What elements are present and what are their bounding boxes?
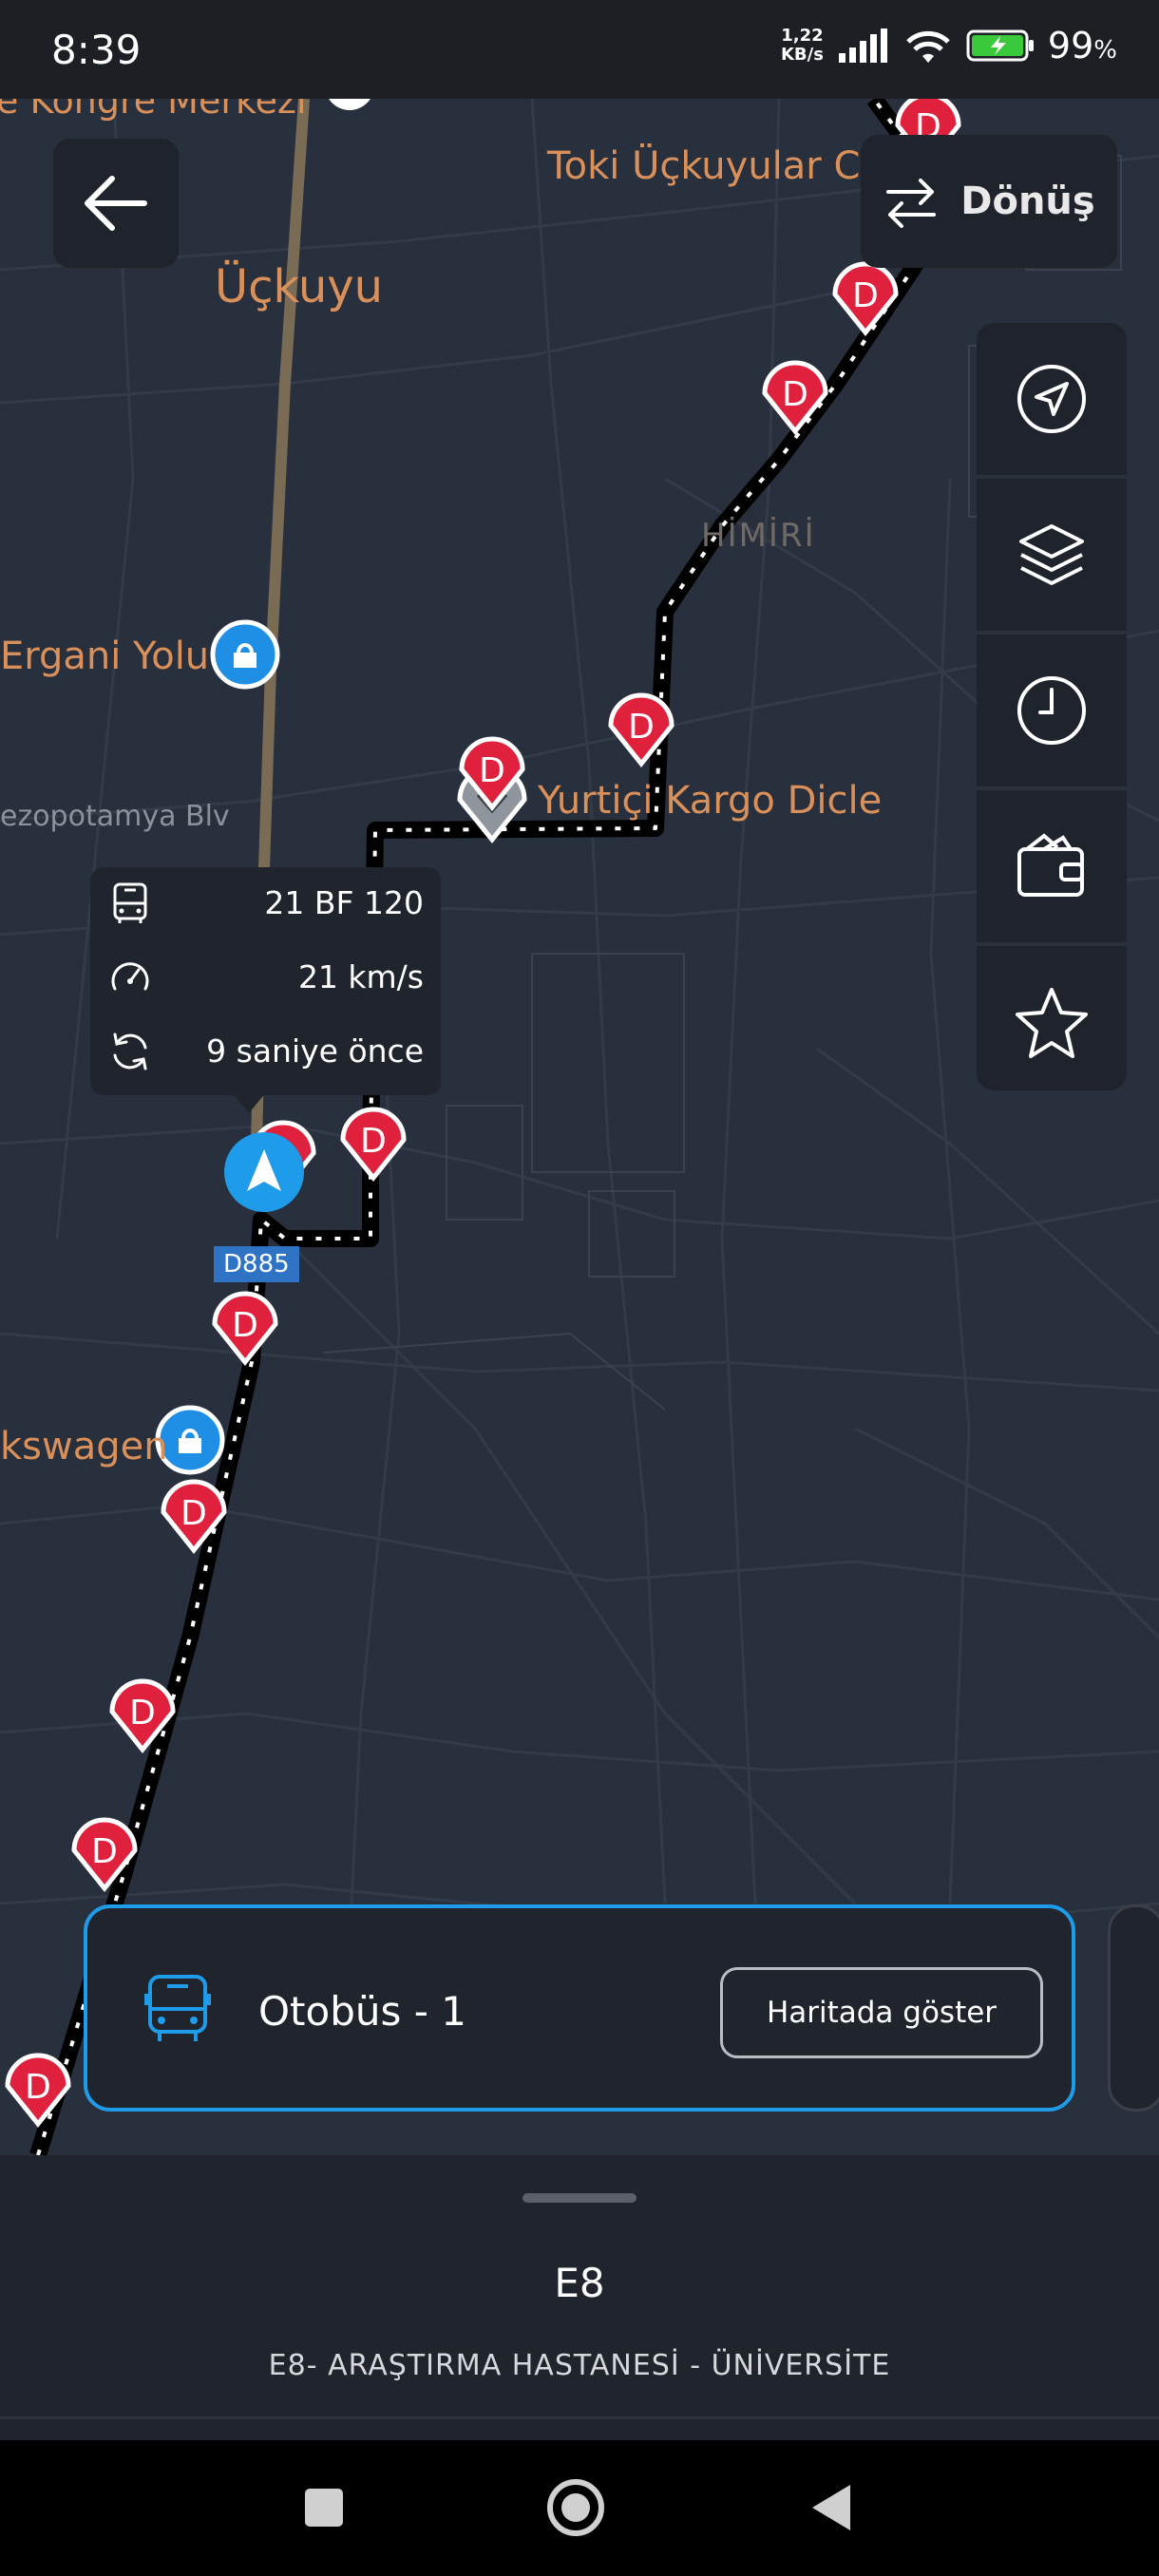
poi-marker [210, 619, 280, 690]
svg-text:D: D [25, 2068, 51, 2107]
refresh-icon [113, 1032, 147, 1070]
schedule-button[interactable] [977, 635, 1127, 786]
speedometer-icon [111, 962, 149, 991]
svg-text:D: D [129, 1694, 156, 1733]
popup-row-updated: 9 saniye önce [90, 1015, 441, 1088]
map-tools-panel [977, 323, 1127, 1090]
star-icon [1016, 988, 1088, 1058]
battery-percent-sign: % [1093, 36, 1117, 65]
map-label-himiri: HİMİRİ [701, 517, 816, 555]
route-bottom-sheet[interactable]: E8 E8- ARAŞTIRMA HASTANESİ - ÜNİVERSİTE [0, 2155, 1159, 2440]
status-time: 8:39 [51, 27, 142, 73]
system-navigation-bar [0, 2440, 1159, 2576]
vehicle-speed: 21 km/s [297, 958, 424, 995]
wifi-icon [906, 30, 950, 63]
map-label-uckuyu: Üçkuyu [215, 260, 384, 313]
show-on-map-button[interactable]: Haritada göster [720, 1967, 1043, 2058]
wallet-button[interactable] [977, 790, 1127, 942]
status-icons: 1,22 KB/s 99% [781, 25, 1117, 66]
return-direction-label: Dönüş [960, 180, 1095, 223]
square-icon [305, 2489, 343, 2527]
popup-row-speed: 21 km/s [90, 941, 441, 1013]
map-label-mezopotamya: ezopotamya Blv [0, 800, 230, 833]
vehicle-info-popup: 21 BF 120 21 km/s 9 saniye önce [90, 867, 441, 1095]
svg-text:D: D [91, 1832, 118, 1871]
back-button[interactable] [53, 139, 179, 268]
home-circle-icon [547, 2479, 604, 2536]
home-button[interactable] [542, 2474, 609, 2541]
bus-stops: D D D D D D D D D D D D [5, 99, 961, 2129]
bus-stop-marker: D [340, 1107, 407, 1183]
map-label-ergani: Ergani Yolu [0, 635, 210, 678]
route-code: E8 [554, 2260, 605, 2306]
layers-icon [1019, 524, 1084, 585]
swap-arrows-icon [886, 179, 937, 228]
bus-icon [113, 882, 147, 923]
signal-icon [838, 28, 887, 63]
svg-text:D: D [479, 751, 505, 790]
navigation-arrow-icon [1017, 365, 1086, 433]
svg-text:D: D [782, 375, 808, 414]
svg-text:D: D [232, 1306, 258, 1345]
vehicle-plate: 21 BF 120 [264, 884, 424, 921]
sheet-divider [0, 2416, 1159, 2419]
favorites-button[interactable] [977, 946, 1127, 1098]
svg-text:D: D [852, 276, 879, 315]
road-number-badge: D885 [214, 1246, 299, 1282]
network-speed: 1,22 KB/s [781, 27, 824, 65]
drag-handle[interactable] [522, 2193, 636, 2203]
svg-text:D: D [180, 1494, 207, 1533]
svg-text:D: D [360, 1122, 387, 1161]
back-nav-button[interactable] [798, 2474, 864, 2541]
bus-card[interactable]: Otobüs - 1 Haritada göster [84, 1904, 1075, 2112]
network-speed-value: 1,22 [781, 26, 824, 46]
map-label-toki: Toki Üçkuyular C [547, 144, 861, 188]
triangle-back-icon [812, 2485, 850, 2530]
layers-button[interactable] [977, 479, 1127, 631]
battery-percent: 99% [1048, 25, 1117, 66]
popup-row-plate: 21 BF 120 [90, 867, 441, 939]
vehicle-position-marker [224, 1132, 304, 1212]
status-bar: 8:39 1,22 KB/s 99% [0, 0, 1159, 99]
svg-text:D: D [628, 708, 655, 747]
return-direction-button[interactable]: Dönüş [861, 135, 1117, 268]
bus-card-title: Otobüs - 1 [258, 1988, 466, 2035]
popup-pointer [232, 1092, 266, 1113]
clock-icon [1017, 676, 1086, 745]
battery-charging-icon [966, 29, 1034, 62]
next-bus-card[interactable] [1108, 1904, 1159, 2112]
map-label-volkswagen: kswagen [0, 1425, 168, 1468]
last-updated: 9 saniye önce [206, 1032, 424, 1070]
map-label-yurtici: Yurtiçi Kargo Dicle [538, 779, 883, 823]
route-name: E8- ARAŞTIRMA HASTANESİ - ÜNİVERSİTE [268, 2349, 891, 2382]
bus-icon [144, 1975, 211, 2041]
arrow-left-icon [85, 176, 147, 231]
poi-marker [329, 99, 370, 110]
battery-percent-value: 99 [1047, 25, 1094, 66]
map-label-kongre: e Kongre Merkezi [0, 99, 307, 122]
locate-button[interactable] [977, 323, 1127, 475]
recents-button[interactable] [291, 2474, 357, 2541]
network-speed-unit: KB/s [780, 45, 824, 65]
wallet-icon [1017, 833, 1084, 897]
